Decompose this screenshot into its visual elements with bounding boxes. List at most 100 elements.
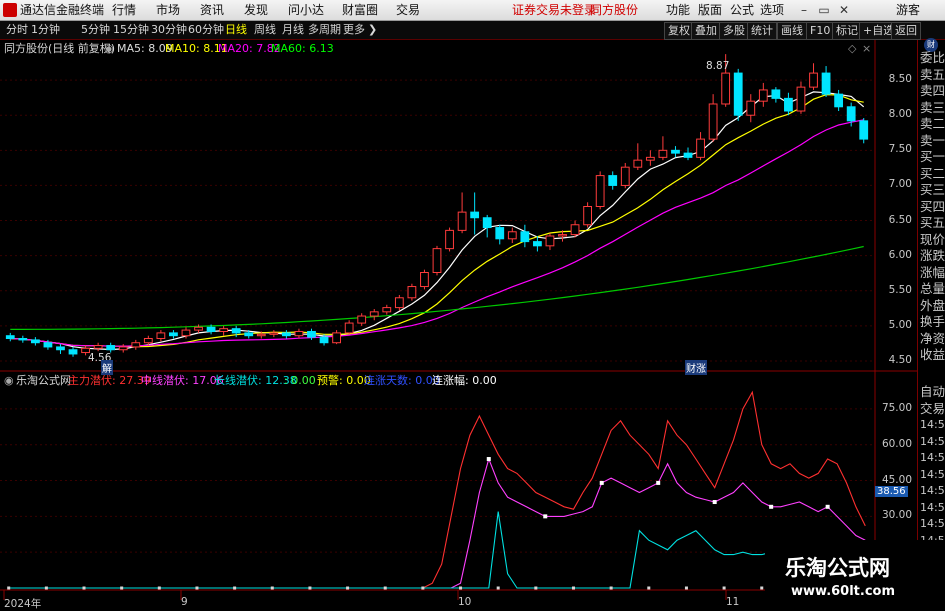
candle-body[interactable]	[533, 241, 542, 247]
candle-body[interactable]	[256, 333, 266, 337]
candle-body[interactable]	[658, 149, 668, 158]
candle-body[interactable]	[118, 346, 128, 351]
candle-body[interactable]	[30, 339, 40, 344]
candle-body[interactable]	[696, 138, 705, 158]
candle-body[interactable]	[169, 332, 178, 337]
candle-body[interactable]	[131, 342, 141, 348]
btn-f10[interactable]: F10	[806, 22, 835, 40]
menu-zixun[interactable]: 资讯	[200, 0, 224, 20]
btn-back[interactable]: 返回	[891, 22, 921, 40]
candle-body[interactable]	[608, 175, 618, 186]
candle-body[interactable]	[394, 297, 404, 309]
candle-body[interactable]	[859, 120, 869, 140]
candle-body[interactable]	[507, 231, 517, 240]
login-status[interactable]: 证券交易未登录	[512, 0, 596, 20]
candle-body[interactable]	[143, 338, 153, 344]
btn-biaoji[interactable]: 标记	[832, 22, 862, 40]
candle-body[interactable]	[244, 332, 254, 337]
candle-body[interactable]	[332, 332, 341, 344]
candle-body[interactable]	[5, 335, 15, 340]
menu-shichang[interactable]: 市场	[156, 0, 180, 20]
period-multi[interactable]: 多周期	[308, 21, 341, 39]
candle-body[interactable]	[821, 72, 831, 95]
candle-body[interactable]	[93, 345, 103, 349]
candle-body[interactable]	[809, 72, 818, 88]
btn-duogu[interactable]: 多股	[719, 22, 749, 40]
candle-body[interactable]	[420, 272, 429, 288]
period-5min[interactable]: 5分钟	[81, 21, 110, 39]
menu-jiaoyi[interactable]: 交易	[396, 0, 420, 20]
candle-body[interactable]	[495, 227, 505, 240]
minimize-icon[interactable]: –	[796, 2, 812, 18]
chevron-right-icon[interactable]: ❯	[368, 21, 377, 39]
event-caizhang-badge[interactable]: 财涨	[685, 360, 707, 375]
menu-caifuquan[interactable]: 财富圈	[342, 0, 378, 20]
candle-body[interactable]	[620, 166, 630, 186]
period-day[interactable]: 日线	[225, 21, 247, 39]
btn-huaxian[interactable]: 画线	[777, 22, 807, 40]
candle-body[interactable]	[43, 342, 53, 348]
menu-banmian[interactable]: 版面	[698, 0, 722, 20]
period-week[interactable]: 周线	[254, 21, 276, 39]
period-fenshi[interactable]: 分时	[6, 21, 28, 39]
candle-body[interactable]	[194, 326, 203, 331]
candle-body[interactable]	[307, 330, 316, 338]
candle-body[interactable]	[407, 286, 417, 299]
candle-body[interactable]	[758, 89, 768, 102]
menu-wenxiaoda[interactable]: 问小达	[288, 0, 324, 20]
candle-body[interactable]	[721, 72, 731, 105]
candle-body[interactable]	[683, 152, 693, 158]
candle-body[interactable]	[846, 106, 856, 122]
candle-body[interactable]	[733, 72, 743, 116]
menu-faxian[interactable]: 发现	[244, 0, 268, 20]
period-more[interactable]: 更多	[343, 21, 365, 39]
restore-icon[interactable]: ▭	[816, 2, 832, 18]
candle-body[interactable]	[382, 307, 392, 313]
candle-body[interactable]	[595, 175, 605, 208]
guest-user[interactable]: 游客	[896, 0, 920, 20]
event-jie-badge[interactable]: 解	[101, 360, 113, 375]
candle-body[interactable]	[231, 328, 241, 334]
chart-canvas[interactable]	[0, 40, 917, 609]
candle-body[interactable]	[319, 336, 329, 344]
btn-diejia[interactable]: 叠加	[691, 22, 721, 40]
candle-body[interactable]	[796, 86, 806, 112]
candle-body[interactable]	[545, 235, 555, 247]
candle-body[interactable]	[294, 330, 304, 337]
candle-body[interactable]	[56, 346, 65, 351]
candle-body[interactable]	[282, 332, 291, 337]
candle-body[interactable]	[834, 93, 844, 108]
candle-body[interactable]	[470, 211, 480, 219]
candle-body[interactable]	[457, 211, 467, 231]
candle-body[interactable]	[708, 103, 718, 140]
period-1min[interactable]: 1分钟	[31, 21, 60, 39]
candle-body[interactable]	[156, 332, 166, 340]
candle-body[interactable]	[106, 345, 116, 351]
candle-body[interactable]	[206, 326, 216, 332]
candle-body[interactable]	[344, 322, 354, 334]
candle-body[interactable]	[482, 217, 492, 229]
btn-tongji[interactable]: 统计	[747, 22, 777, 40]
candle-body[interactable]	[671, 149, 680, 154]
candle-body[interactable]	[645, 156, 655, 161]
period-15min[interactable]: 15分钟	[113, 21, 149, 39]
candle-body[interactable]	[583, 206, 592, 226]
btn-fuquan[interactable]: 复权	[664, 22, 694, 40]
candle-body[interactable]	[181, 329, 191, 337]
menu-xuanxiang[interactable]: 选项	[760, 0, 784, 20]
candle-body[interactable]	[219, 328, 229, 332]
candle-body[interactable]	[18, 338, 28, 341]
candle-body[interactable]	[369, 311, 379, 317]
period-60min[interactable]: 60分钟	[188, 21, 224, 39]
candle-body[interactable]	[633, 159, 643, 168]
candle-body[interactable]	[771, 89, 781, 99]
menu-gongneng[interactable]: 功能	[666, 0, 690, 20]
menu-hangqing[interactable]: 行情	[112, 0, 136, 20]
candle-body[interactable]	[432, 248, 442, 274]
candle-body[interactable]	[746, 100, 756, 116]
close-icon[interactable]: ✕	[836, 2, 852, 18]
menu-gongshi[interactable]: 公式	[730, 0, 754, 20]
candle-body[interactable]	[570, 224, 580, 236]
candle-body[interactable]	[520, 231, 530, 243]
candle-body[interactable]	[784, 97, 793, 112]
